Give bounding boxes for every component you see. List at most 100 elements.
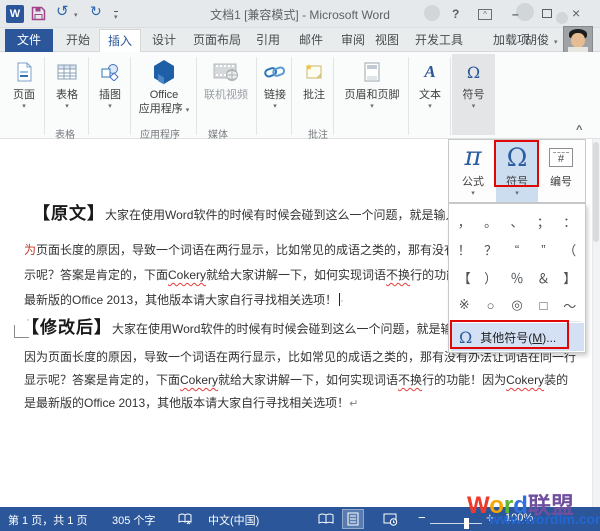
header-footer-button[interactable]: 页眉和页脚 ▾ <box>337 54 407 135</box>
save-icon[interactable] <box>31 6 46 26</box>
tab-view[interactable]: 视图 <box>371 29 403 52</box>
paragraph-original-line2: 为页面长度的原因，导致一个词语在两行显示，比如常见的成语之类的，那有没有办法让词… <box>24 241 516 259</box>
symbol-cell[interactable]: ； <box>537 212 550 231</box>
symbol-cell[interactable]: 。 <box>484 212 497 231</box>
equation-button[interactable]: π 公式 ▾ <box>452 141 494 202</box>
hexagon-icon <box>134 56 194 88</box>
pi-icon: π <box>452 141 494 173</box>
group-separator <box>450 57 451 135</box>
illustrations-button[interactable]: 插图 ▾ <box>92 54 128 135</box>
group-separator <box>130 57 131 135</box>
office-apps-button[interactable]: Office 应用程序 ▾ <box>134 54 194 135</box>
pages-button[interactable]: 页面 ▾ <box>4 54 44 135</box>
symbol-cell[interactable]: ※ <box>459 297 470 313</box>
symbol-cell[interactable]: □ <box>539 298 547 313</box>
help-button[interactable]: ? <box>452 7 459 21</box>
paragraph-original-line1: 【原文】大家在使用Word软件的时候有时候会碰到这么一个问题，就是输入一个词语的 <box>33 205 517 224</box>
number-button[interactable]: # 编号 <box>540 141 582 202</box>
tab-references[interactable]: 引用 <box>252 29 284 52</box>
menu-separator <box>453 321 581 322</box>
read-mode-icon[interactable] <box>318 513 335 529</box>
symbols-button[interactable]: Ω 符号 ▾ <box>452 54 495 135</box>
symbol-cell[interactable]: ○ <box>487 298 495 313</box>
user-dropdown-icon[interactable]: ▾ <box>554 38 558 47</box>
symbol-cell[interactable]: ！ <box>458 240 471 259</box>
group-separator <box>408 57 409 135</box>
symbol-cell[interactable]: ％ <box>510 268 523 287</box>
word-app-icon: W <box>6 5 24 23</box>
close-button[interactable]: × <box>572 5 580 21</box>
redo-icon[interactable]: ↻ <box>90 4 102 19</box>
page-indicator[interactable]: 第 1 页，共 1 页 <box>8 512 87 528</box>
tab-file[interactable]: 文件 <box>5 29 53 52</box>
paragraph-original-line4: 最新版的Office 2013，其他版本请大家自行寻找相关选项！· <box>24 291 344 310</box>
video-icon <box>198 56 254 88</box>
watermark-url: www.wordlm.com <box>489 511 600 527</box>
tab-page-layout[interactable]: 页面布局 <box>188 29 246 52</box>
maximize-button[interactable] <box>542 9 552 18</box>
symbol-cell[interactable]: （ <box>563 240 576 259</box>
table-icon <box>48 56 86 88</box>
recent-symbols-grid: ， 。 、 ； ： ！ ？ “ ” （ 【 ） ％ ＆ 】 ※ ○ ◎ □ ～ <box>451 207 583 319</box>
comment-button[interactable]: 批注 <box>295 54 333 135</box>
symbol-button[interactable]: Ω 符号 ▾ <box>496 141 538 202</box>
tab-insert[interactable]: 插入 <box>99 29 141 53</box>
symbol-cell[interactable]: ， <box>458 212 471 231</box>
group-separator <box>88 57 89 135</box>
omega-icon: Ω <box>459 328 472 347</box>
paragraph-modified-line4: 是最新版的Office 2013，其他版本请大家自行寻找相关选项！↵ <box>24 394 358 413</box>
symbol-cell[interactable]: ◎ <box>511 297 522 313</box>
symbol-cell[interactable]: 【 <box>458 268 471 287</box>
line-break-mark: ↵ <box>349 398 358 410</box>
tab-mailings[interactable]: 邮件 <box>295 29 327 52</box>
word-count[interactable]: 305 个字 <box>112 512 155 528</box>
symbol-cell[interactable]: ～ <box>563 296 576 315</box>
title-bar: 文档1 [兼容模式] - Microsoft Word W ↺ ▾ ↻ ▾ ? … <box>0 0 600 28</box>
tab-home[interactable]: 开始 <box>62 29 94 52</box>
symbol-cell[interactable]: “ <box>515 242 519 257</box>
symbol-cell[interactable]: ” <box>541 242 545 257</box>
zoom-slider-track[interactable] <box>430 523 482 524</box>
group-separator <box>196 57 197 135</box>
symbol-cell[interactable]: ？ <box>484 240 497 259</box>
user-name[interactable]: 胡俊 <box>520 29 554 52</box>
link-icon <box>258 56 292 88</box>
undo-dropdown-icon[interactable]: ▾ <box>74 11 78 20</box>
original-header: 【原文】 <box>33 204 105 223</box>
spell-check-icon[interactable] <box>178 512 193 528</box>
omega-icon: Ω <box>496 141 538 173</box>
omega-icon: Ω <box>452 56 495 88</box>
paragraph-modified-line3: 显示呢？答案是肯定的，下面Cokery就给大家讲解一下，如何实现词语不换行的功能… <box>24 371 568 389</box>
collapse-ribbon-icon[interactable]: ^ <box>576 124 582 136</box>
print-layout-icon[interactable] <box>347 512 359 529</box>
customize-qat-icon[interactable]: ▾ <box>114 11 118 22</box>
symbol-cell[interactable]: ： <box>563 212 576 231</box>
symbols-group-flyout: π 公式 ▾ Ω 符号 ▾ # 编号 <box>448 139 586 203</box>
web-layout-icon[interactable] <box>383 513 398 529</box>
ribbon-display-options-button[interactable]: ^ <box>478 9 492 20</box>
symbol-gallery-dropdown: ， 。 、 ； ： ！ ？ “ ” （ 【 ） ％ ＆ 】 ※ ○ ◎ □ ～ … <box>448 203 586 353</box>
more-symbols-menu-item[interactable]: Ω 其他符号(M)... <box>451 323 584 351</box>
online-video-button: 联机视频 <box>198 54 254 135</box>
minimize-button[interactable]: – <box>512 7 519 21</box>
symbol-cell[interactable]: 】 <box>563 268 576 287</box>
tab-developer[interactable]: 开发工具 <box>410 29 468 52</box>
symbol-cell[interactable]: ＆ <box>537 268 550 287</box>
paragraph-modified-line1: 【修改后】大家在使用Word软件的时候有时候会碰到这么一个问题，就是输入一个词语 <box>22 319 512 338</box>
table-button[interactable]: 表格 ▾ <box>48 54 86 135</box>
paragraph-original-line3: 示呢？答案是肯定的，下面Cokery就给大家讲解一下，如何实现词语不换行的功能！… <box>24 266 509 284</box>
zoom-out-button[interactable]: − <box>418 510 426 525</box>
modified-header: 【修改后】 <box>22 318 112 337</box>
symbol-cell[interactable]: 、 <box>510 212 523 231</box>
links-button[interactable]: 链接 ▾ <box>258 54 292 135</box>
comment-icon <box>295 56 333 88</box>
text-button[interactable]: A 文本 ▾ <box>412 54 448 135</box>
symbol-cell[interactable]: ） <box>484 268 497 287</box>
undo-icon[interactable]: ↺ <box>56 4 69 19</box>
tab-review[interactable]: 审阅 <box>337 29 369 52</box>
language-indicator[interactable]: 中文(中国) <box>208 512 259 528</box>
group-separator <box>256 57 257 135</box>
user-avatar[interactable] <box>563 26 593 54</box>
scrollbar-thumb[interactable] <box>593 142 599 242</box>
tab-design[interactable]: 设计 <box>148 29 180 52</box>
